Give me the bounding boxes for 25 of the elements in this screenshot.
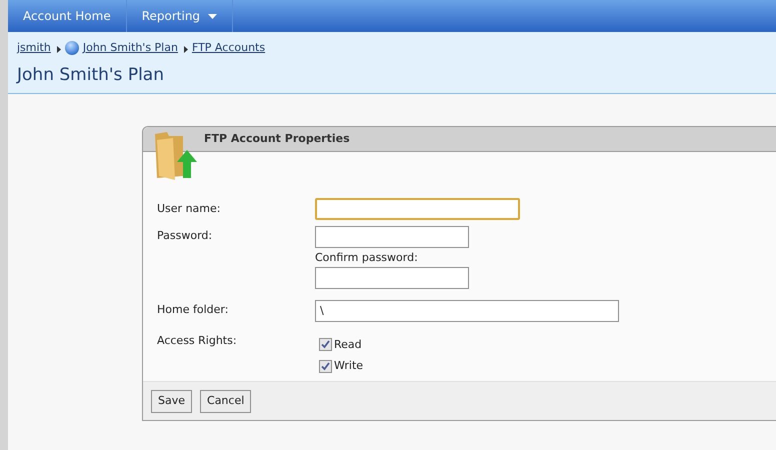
- checkbox[interactable]: [319, 338, 332, 352]
- input-field[interactable]: [315, 226, 469, 248]
- folder-arrow-icon: [153, 130, 199, 182]
- dialog-title: FTP Account Properties: [204, 130, 350, 147]
- dialog-button[interactable]: Save: [151, 390, 192, 412]
- field-label: Password:: [157, 228, 214, 244]
- page-title: John Smith's Plan: [17, 64, 165, 86]
- check-icon: [321, 362, 330, 371]
- checkbox-label: Write: [334, 358, 364, 374]
- checkbox-label: Read: [334, 336, 362, 352]
- input-field[interactable]: \: [315, 300, 619, 322]
- breadcrumb-link[interactable]: John Smith's Plan: [82, 40, 178, 56]
- field-label: Access Rights:: [157, 332, 238, 348]
- check-icon: [321, 340, 330, 350]
- breadcrumb-link[interactable]: jsmith: [17, 40, 51, 56]
- checkbox[interactable]: [319, 360, 332, 373]
- input-field[interactable]: [315, 198, 520, 220]
- field-label: User name:: [157, 200, 222, 217]
- input-field[interactable]: [315, 266, 469, 288]
- field-label: Home folder:: [157, 302, 230, 318]
- dialog-button[interactable]: Cancel: [200, 390, 252, 412]
- breadcrumb-link[interactable]: FTP Accounts: [192, 40, 266, 56]
- field-label: Confirm password:: [315, 250, 419, 266]
- breadcrumb-arrow-icon: [56, 46, 61, 54]
- breadcrumb-arrow-icon: [184, 46, 188, 54]
